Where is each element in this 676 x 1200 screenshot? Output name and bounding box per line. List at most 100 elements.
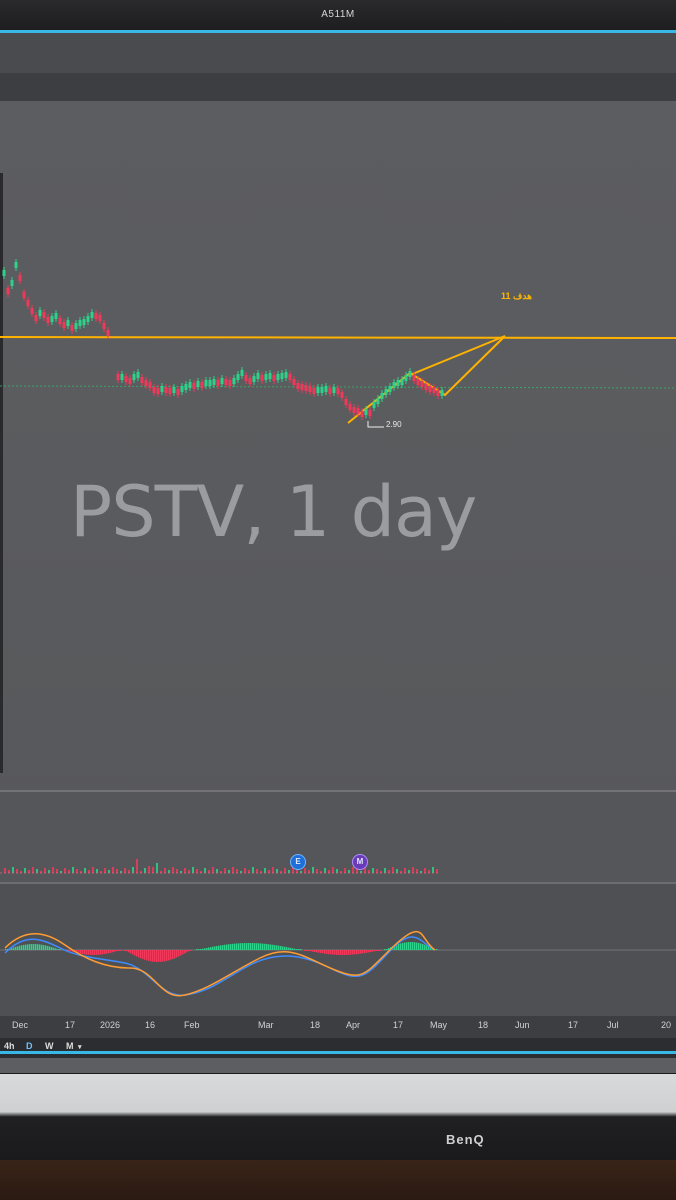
volume-bar [392, 867, 394, 873]
volume-bars [4, 859, 438, 873]
volume-bar [16, 869, 18, 873]
volume-bar [164, 868, 166, 873]
macd-histogram-bar [200, 949, 202, 950]
volume-bar [136, 859, 138, 873]
macd-histogram-bar [248, 943, 250, 950]
macd-histogram-bar [86, 950, 88, 955]
macd-histogram-bar [280, 946, 282, 950]
time-axis[interactable]: Dec 17 2026 16 Feb Mar 18 Apr 17 May 18 … [0, 1016, 676, 1038]
macd-histogram-bar [306, 950, 308, 951]
meeting-event-icon[interactable]: M [352, 854, 368, 870]
macd-histogram-bar [120, 950, 122, 951]
macd-histogram-bar [252, 943, 254, 950]
macd-histogram-bar [41, 944, 43, 950]
window-title: A511M [321, 9, 355, 20]
macd-histogram-bar [43, 945, 45, 950]
macd-histogram-bar [47, 945, 49, 950]
macd-histogram-bar [148, 950, 150, 961]
macd-histogram-bar [378, 950, 380, 951]
time-tick: Jun [515, 1020, 530, 1030]
macd-histogram-bar [154, 950, 156, 962]
time-tick: 18 [310, 1020, 321, 1030]
macd-histogram-bar [408, 942, 410, 950]
macd-histogram-bar [13, 947, 15, 950]
macd-histogram-bar [232, 943, 234, 950]
macd-histogram-bar [376, 950, 378, 951]
macd-histogram-bar [272, 944, 274, 950]
candlestick-series [2, 259, 444, 420]
macd-histogram-bar [15, 946, 17, 950]
macd-histogram-bar [35, 944, 37, 950]
macd-histogram-bar [282, 946, 284, 950]
macd-histogram-bar [374, 950, 376, 952]
macd-histogram-bar [268, 944, 270, 950]
macd-histogram-bar [170, 950, 172, 960]
volume-bar [312, 867, 314, 873]
low-marker [367, 421, 384, 428]
macd-histogram-bar [240, 943, 242, 950]
chevron-down-icon[interactable]: ▾ [78, 1043, 82, 1051]
macd-histogram-bar [416, 942, 418, 950]
symbol-watermark: PSTV, 1 day [70, 471, 477, 553]
macd-histogram-bar [110, 950, 112, 953]
macd-histogram-bar [400, 943, 402, 950]
macd-histogram-bar [88, 950, 90, 955]
volume-bar [124, 868, 126, 873]
macd-histogram-bar [336, 950, 338, 955]
macd-histogram-bar [340, 950, 342, 955]
macd-histogram-bar [398, 944, 400, 950]
volume-bar [72, 867, 74, 873]
macd-histogram-bar [332, 950, 334, 955]
volume-bar [116, 869, 118, 873]
macd-histogram-bar [410, 942, 412, 950]
volume-bar [12, 867, 14, 873]
macd-histogram-bar [186, 950, 188, 953]
macd-histogram-bar [296, 949, 298, 950]
macd-histogram-bar [174, 950, 176, 959]
macd-histogram-bar [45, 945, 47, 950]
volume-bar [256, 869, 258, 873]
macd-histogram-bar [114, 950, 116, 952]
macd-histogram-bar [242, 943, 244, 950]
macd-histogram-bar [160, 950, 162, 962]
macd-histogram-bar [238, 943, 240, 950]
timeframe-m-button[interactable]: M [66, 1041, 74, 1051]
macd-histogram-bar [102, 950, 104, 955]
macd-histogram-bar [324, 950, 326, 954]
target-label: هدف 11 [501, 291, 532, 301]
macd-histogram-bar [366, 950, 368, 953]
volume-bar [52, 867, 54, 873]
macd-histogram-bar [354, 950, 356, 955]
macd-histogram-bar [224, 944, 226, 950]
timeframe-d-button[interactable]: D [26, 1041, 33, 1051]
macd-histogram-bar [420, 943, 422, 950]
macd-histogram-bar [134, 950, 136, 956]
macd-histogram-bar [49, 946, 51, 950]
earnings-event-icon[interactable]: E [290, 854, 306, 870]
macd-histogram-bar [270, 944, 272, 950]
timeframe-4h-button[interactable]: 4h [4, 1041, 15, 1051]
volume-bar [96, 869, 98, 873]
time-tick: 16 [145, 1020, 156, 1030]
macd-histogram-bar [320, 950, 322, 954]
macd-histogram-bar [278, 945, 280, 950]
macd-histogram-bar [70, 950, 72, 952]
macd-histogram-bar [384, 949, 386, 950]
timeframe-w-button[interactable]: W [45, 1041, 54, 1051]
trend-projection [347, 335, 506, 424]
macd-histogram-bar [380, 950, 382, 951]
macd-histogram-bar [104, 950, 106, 955]
macd-histogram-bar [254, 943, 256, 950]
macd-histogram-bar [424, 944, 426, 950]
macd-histogram-bar [108, 950, 110, 954]
volume-bar [84, 868, 86, 873]
macd-histogram-bar [406, 942, 408, 950]
macd-histogram-bar [94, 950, 96, 955]
volume-bar [144, 868, 146, 873]
volume-bar [156, 863, 158, 873]
macd-histogram-bar [112, 950, 114, 953]
resistance-line [0, 336, 676, 339]
macd-histogram-bar [166, 950, 168, 961]
volume-bar [336, 869, 338, 873]
macd-histogram-bar [92, 950, 94, 955]
